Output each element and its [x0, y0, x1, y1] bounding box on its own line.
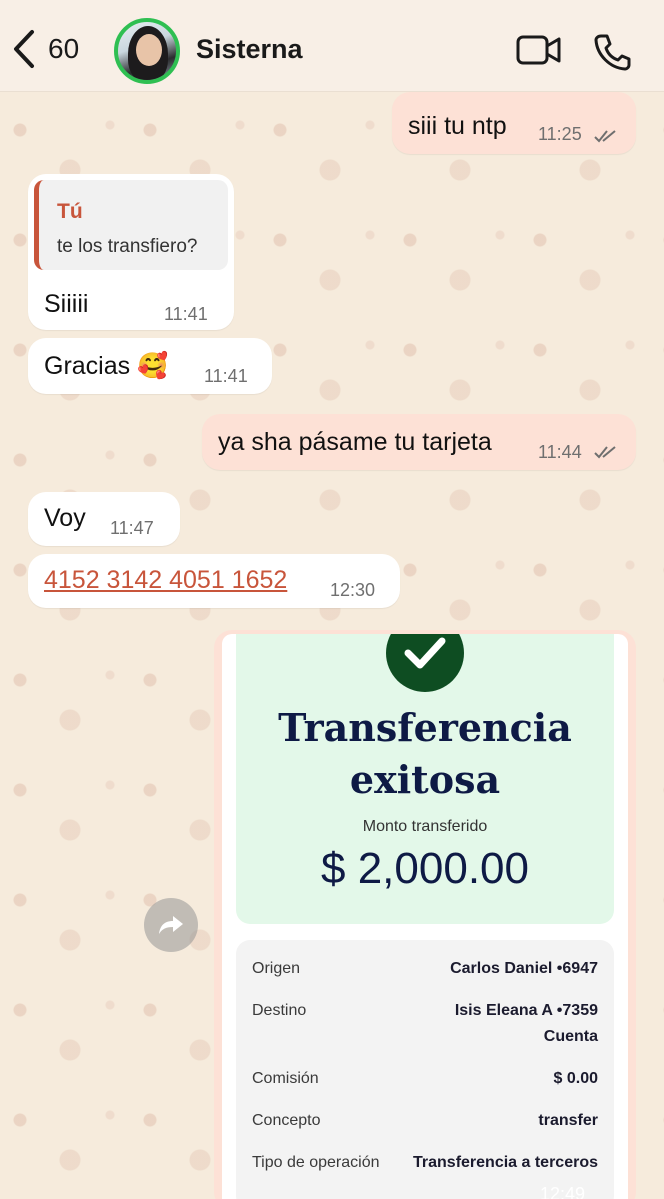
- message-time: 11:47: [110, 518, 154, 538]
- receipt-title-line2: exitosa: [349, 757, 501, 802]
- message-incoming[interactable]: Tú te los transfiero? Siiiii 11:41: [28, 174, 234, 330]
- quoted-message[interactable]: Tú te los transfiero?: [34, 180, 228, 270]
- quote-text: te los transfiero?: [57, 236, 198, 257]
- amount-value: $ 2,000.00: [321, 844, 529, 893]
- message-outgoing[interactable]: siii tu ntp 11:25: [392, 92, 636, 154]
- detail-label: Comisión: [252, 1070, 319, 1087]
- message-time: 11:41: [164, 304, 208, 324]
- detail-label: Concepto: [252, 1112, 321, 1129]
- double-check-icon: [594, 130, 616, 143]
- amount-label: Monto transferido: [362, 818, 488, 835]
- transfer-details: Origen Carlos Daniel •6947 Destino Isis …: [236, 940, 614, 1199]
- detail-label: Origen: [252, 960, 301, 977]
- message-incoming[interactable]: 4152 3142 4051 1652 12:30: [28, 554, 400, 608]
- message-time: 11:41: [204, 366, 248, 386]
- chevron-left-icon: [14, 30, 34, 68]
- message-time: 11:44: [538, 442, 582, 462]
- message-text: ya sha pásame tu tarjeta: [218, 428, 492, 456]
- detail-label: Destino: [252, 1002, 307, 1019]
- receipt-image[interactable]: Transferencia exitosa Monto transferido …: [222, 634, 628, 1199]
- unread-count: 60: [48, 33, 80, 64]
- chat-header: 60 Sisterna: [0, 0, 664, 92]
- detail-value: $ 0.00: [553, 1070, 598, 1087]
- message-text: Siiiii: [44, 290, 89, 318]
- video-call-icon[interactable]: [516, 34, 562, 66]
- message-text: Gracias 🥰: [44, 352, 169, 380]
- detail-value-secondary: Cuenta: [543, 1028, 598, 1045]
- detail-label: Tipo de operación: [252, 1154, 380, 1171]
- card-number-link[interactable]: 4152 3142 4051 1652: [44, 566, 287, 595]
- detail-value: Transferencia a terceros: [413, 1154, 598, 1171]
- message-outgoing[interactable]: ya sha pásame tu tarjeta 11:44: [202, 414, 636, 470]
- success-panel: Transferencia exitosa Monto transferido …: [236, 634, 614, 924]
- image-message-outgoing[interactable]: Transferencia exitosa Monto transferido …: [214, 630, 636, 1199]
- detail-value: Carlos Daniel •6947: [450, 960, 598, 977]
- message-text: Voy: [44, 504, 86, 532]
- double-check-icon: [594, 446, 616, 459]
- message-incoming[interactable]: Gracias 🥰 11:41: [28, 338, 272, 394]
- forward-button[interactable]: [144, 898, 198, 952]
- forward-arrow-icon: [159, 916, 183, 934]
- message-incoming[interactable]: Voy 11:47: [28, 492, 180, 546]
- message-time: 11:25: [538, 124, 582, 144]
- check-icon: [386, 634, 464, 692]
- avatar[interactable]: [114, 18, 180, 84]
- quote-author: Tú: [57, 200, 83, 223]
- receipt-title-line1: Transferencia: [278, 705, 572, 750]
- contact-name[interactable]: Sisterna: [196, 34, 303, 65]
- back-button[interactable]: 60: [10, 28, 79, 70]
- message-text: siii tu ntp: [408, 112, 507, 140]
- message-time: 12:49: [540, 1184, 586, 1199]
- detail-value: transfer: [538, 1112, 598, 1129]
- phone-call-icon[interactable]: [592, 32, 632, 72]
- message-time: 12:30: [330, 580, 376, 600]
- detail-value: Isis Eleana A •7359: [454, 1002, 598, 1019]
